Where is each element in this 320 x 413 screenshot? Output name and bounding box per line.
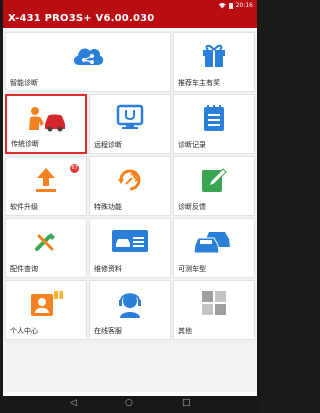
grid-tiles-icon	[202, 291, 226, 315]
headset-agent-icon	[119, 293, 141, 318]
tile-special-functions[interactable]: 特殊功能	[89, 156, 171, 216]
tile-reward[interactable]: 推荐车主有奖	[173, 32, 255, 92]
tile-label: 推荐车主有奖	[178, 79, 220, 87]
cloud-share-icon	[73, 48, 104, 65]
app-title: X-431 PRO3S+ V6.00.030	[8, 13, 155, 24]
tile-smart-diagnosis[interactable]: 智能诊断	[5, 32, 171, 92]
tile-label: 诊断反馈	[178, 203, 206, 211]
tile-label: 特殊功能	[94, 203, 122, 211]
tile-repair-info[interactable]: 维修资料	[89, 218, 171, 278]
edit-pencil-icon	[202, 168, 227, 192]
screen: 20:16 X-431 PRO3S+ V6.00.030 智能诊断 推荐车主有奖…	[3, 0, 257, 396]
tile-online-support[interactable]: 在线客服	[89, 280, 171, 340]
back-icon[interactable]: ◁	[70, 398, 77, 408]
home-icon[interactable]: ○	[125, 398, 133, 408]
wifi-icon	[218, 2, 226, 9]
battery-icon	[228, 2, 233, 9]
tile-label: 软件升级	[10, 203, 38, 211]
tile-parts-inquiry[interactable]: 配件查询	[5, 218, 87, 278]
parts-search-icon	[35, 233, 55, 251]
tile-personal-center[interactable]: 个人中心	[5, 280, 87, 340]
function-grid: 智能诊断 推荐车主有奖 传统诊断 远程诊断 诊断记录 67 软件升级 特殊功能 …	[3, 30, 257, 392]
tile-other[interactable]: 其他	[173, 280, 255, 340]
tile-label: 诊断记录	[178, 141, 206, 149]
title-bar: X-431 PRO3S+ V6.00.030	[3, 11, 257, 28]
stethoscope-screen-icon	[116, 104, 144, 129]
tile-traditional-diagnosis[interactable]: 传统诊断	[5, 94, 87, 154]
tile-label: 配件查询	[10, 265, 38, 273]
tile-label: 传统诊断	[11, 140, 39, 148]
tile-label: 其他	[178, 327, 192, 335]
status-icons: 20:16	[218, 2, 253, 9]
tile-label: 智能诊断	[10, 79, 38, 87]
gift-icon	[203, 44, 225, 67]
notepad-icon	[204, 105, 224, 131]
tile-diagnosis-feedback[interactable]: 诊断反馈	[173, 156, 255, 216]
tile-label: 维修资料	[94, 265, 122, 273]
wrench-refresh-icon	[118, 169, 141, 191]
status-bar: 20:16	[3, 0, 257, 11]
car-info-icon	[112, 230, 148, 252]
profile-card-icon	[31, 291, 63, 316]
recent-apps-icon[interactable]: □	[182, 398, 191, 408]
tile-label: 远程诊断	[94, 141, 122, 149]
tile-testable-vehicles[interactable]: 可测车型	[173, 218, 255, 278]
tile-remote-diagnosis[interactable]: 远程诊断	[89, 94, 171, 154]
tile-software-upgrade[interactable]: 67 软件升级	[5, 156, 87, 216]
tile-label: 可测车型	[178, 265, 206, 273]
tile-label: 个人中心	[10, 327, 38, 335]
update-count-badge: 67	[70, 164, 79, 173]
cars-icon	[193, 232, 230, 254]
status-time: 20:16	[235, 2, 253, 9]
upload-arrow-icon	[36, 168, 56, 192]
mechanic-car-icon	[29, 107, 65, 132]
navigation-bar: ◁ ○ □	[0, 396, 260, 413]
tile-diagnosis-records[interactable]: 诊断记录	[173, 94, 255, 154]
tablet-device: 20:16 X-431 PRO3S+ V6.00.030 智能诊断 推荐车主有奖…	[0, 0, 260, 413]
tile-label: 在线客服	[94, 327, 122, 335]
